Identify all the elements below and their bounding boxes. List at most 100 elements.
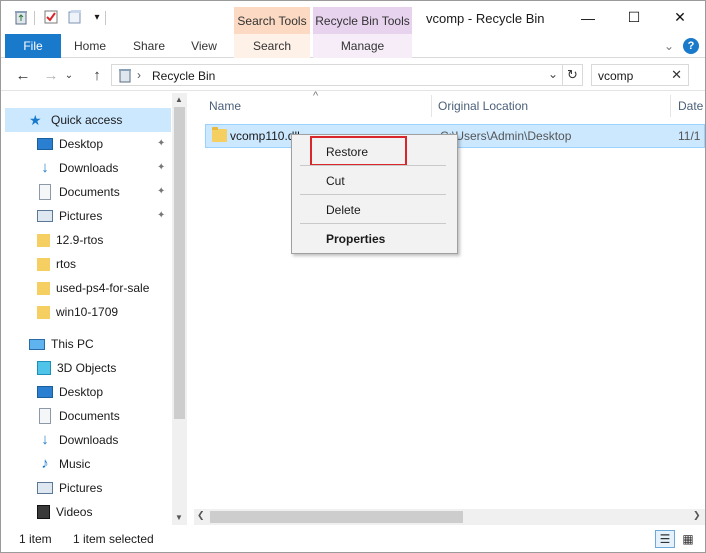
sidebar-item-this-pc[interactable]: This PC bbox=[29, 332, 171, 356]
ribbon-tab-row: File Home Share View Search Manage ⌄ ? bbox=[1, 34, 705, 58]
column-header-name[interactable]: Name bbox=[209, 99, 241, 113]
breadcrumb-separator[interactable]: › bbox=[137, 68, 141, 82]
nav-scroll-thumb[interactable] bbox=[174, 107, 185, 419]
pin-icon[interactable]: ✦ bbox=[157, 138, 165, 149]
sidebar-item-label: win10-1709 bbox=[56, 305, 119, 319]
clear-search-icon[interactable]: ✕ bbox=[671, 67, 682, 83]
column-divider[interactable] bbox=[431, 95, 432, 117]
sidebar-item-documents[interactable]: Documents bbox=[37, 180, 171, 204]
sidebar-item-pc-pictures[interactable]: Pictures bbox=[37, 476, 171, 500]
folder-icon bbox=[212, 127, 227, 142]
selection-count: 1 item selected bbox=[73, 532, 154, 546]
navigation-pane: ★ Quick access Desktop ↓ Downloads Docum… bbox=[1, 91, 189, 527]
sidebar-item-label: Documents bbox=[59, 185, 120, 199]
sidebar-item-label: Desktop bbox=[59, 137, 104, 151]
tab-share[interactable]: Share bbox=[127, 34, 171, 58]
search-input[interactable]: vcomp ✕ bbox=[591, 64, 689, 86]
sidebar-item-pc-documents[interactable]: Documents bbox=[37, 404, 171, 428]
desktop-icon bbox=[37, 386, 53, 398]
sidebar-item-quick-access[interactable]: ★ Quick access bbox=[5, 108, 171, 132]
sidebar-item-label: Downloads bbox=[59, 161, 119, 175]
download-arrow-icon: ↓ bbox=[41, 431, 49, 448]
scroll-down-arrow-icon[interactable]: ▼ bbox=[175, 513, 183, 522]
sidebar-item-pc-desktop[interactable]: Desktop bbox=[37, 380, 171, 404]
column-header-date[interactable]: Date bbox=[678, 99, 703, 113]
folder-icon bbox=[37, 257, 50, 271]
menu-item-restore[interactable]: Restore bbox=[326, 145, 368, 159]
sidebar-item-3d-objects[interactable]: 3D Objects bbox=[37, 356, 171, 380]
close-button[interactable]: ✕ bbox=[657, 1, 703, 34]
properties-icon[interactable] bbox=[43, 9, 59, 25]
document-icon bbox=[39, 408, 51, 424]
sidebar-item-pictures[interactable]: Pictures bbox=[37, 204, 171, 228]
music-note-icon: ♪ bbox=[41, 455, 49, 472]
sidebar-item-label: Documents bbox=[59, 409, 120, 423]
scroll-left-arrow-icon[interactable]: ❮ bbox=[197, 510, 205, 521]
computer-icon bbox=[29, 338, 45, 350]
sidebar-item-desktop[interactable]: Desktop bbox=[37, 132, 171, 156]
sort-ascending-icon: ^ bbox=[313, 90, 319, 102]
tab-home[interactable]: Home bbox=[67, 34, 113, 58]
folder-icon bbox=[37, 233, 50, 247]
pictures-icon bbox=[37, 482, 53, 494]
cube-icon bbox=[37, 361, 51, 375]
menu-item-properties[interactable]: Properties bbox=[326, 232, 385, 246]
column-header-original-location[interactable]: Original Location bbox=[438, 99, 528, 113]
new-folder-icon[interactable] bbox=[67, 9, 83, 25]
sidebar-item-pc-downloads[interactable]: ↓ Downloads bbox=[37, 428, 171, 452]
sidebar-item-label: Desktop bbox=[59, 385, 104, 399]
tab-file[interactable]: File bbox=[5, 34, 61, 58]
sidebar-item-rtos[interactable]: rtos bbox=[37, 252, 171, 276]
pin-icon[interactable]: ✦ bbox=[157, 186, 165, 197]
expand-ribbon-icon[interactable]: ⌄ bbox=[661, 38, 677, 54]
sidebar-item-downloads[interactable]: ↓ Downloads bbox=[37, 156, 171, 180]
tab-search[interactable]: Search bbox=[234, 34, 310, 58]
customize-toolbar-icon[interactable]: ▾ bbox=[89, 9, 105, 25]
large-icons-view-icon[interactable]: ▦ bbox=[678, 530, 698, 548]
minimize-button[interactable]: — bbox=[565, 1, 611, 34]
tab-manage[interactable]: Manage bbox=[313, 34, 412, 58]
pin-icon[interactable]: ✦ bbox=[157, 210, 165, 221]
menu-item-delete[interactable]: Delete bbox=[326, 203, 361, 217]
context-menu: Restore Cut Delete Properties bbox=[291, 134, 458, 254]
sidebar-item-label: rtos bbox=[56, 257, 77, 271]
recycle-bin-app-icon[interactable] bbox=[13, 9, 29, 25]
horizontal-scroll-thumb[interactable] bbox=[210, 511, 463, 523]
help-icon[interactable]: ? bbox=[683, 38, 699, 54]
recent-locations-button[interactable]: ⌄ bbox=[63, 65, 75, 85]
title-bar: ▾ Search Tools Recycle Bin Tools vcomp -… bbox=[1, 1, 705, 34]
scroll-up-arrow-icon[interactable]: ▲ bbox=[175, 95, 183, 104]
sidebar-item-label: 12.9-rtos bbox=[56, 233, 104, 247]
pictures-icon bbox=[37, 210, 53, 222]
sidebar-item-12-9-rtos[interactable]: 12.9-rtos bbox=[37, 228, 171, 252]
sidebar-item-win10-1709[interactable]: win10-1709 bbox=[37, 300, 171, 324]
menu-separator bbox=[300, 194, 446, 195]
quick-access-separator bbox=[34, 11, 35, 25]
column-divider[interactable] bbox=[670, 95, 671, 117]
file-explorer-window: ▾ Search Tools Recycle Bin Tools vcomp -… bbox=[0, 0, 706, 553]
details-view-icon[interactable]: ☰ bbox=[655, 530, 675, 548]
maximize-button[interactable]: ☐ bbox=[611, 1, 657, 34]
address-row: ← → ⌄ ↑ › Recycle Bin ⌄ ↻ vcomp ✕ bbox=[1, 59, 705, 91]
sidebar-item-music[interactable]: ♪ Music bbox=[37, 452, 171, 476]
desktop-icon bbox=[37, 138, 53, 150]
status-bar: 1 item 1 item selected ☰ ▦ bbox=[1, 527, 705, 552]
back-button[interactable]: ← bbox=[13, 65, 33, 85]
menu-item-cut[interactable]: Cut bbox=[326, 174, 345, 188]
up-button[interactable]: ↑ bbox=[87, 65, 107, 85]
horizontal-scrollbar[interactable]: ❮ ❯ bbox=[194, 509, 705, 525]
sidebar-item-videos[interactable]: Videos bbox=[37, 500, 171, 524]
address-bar[interactable]: › Recycle Bin ⌄ bbox=[111, 64, 563, 86]
refresh-button[interactable]: ↻ bbox=[563, 64, 583, 86]
pin-icon[interactable]: ✦ bbox=[157, 162, 165, 173]
sidebar-item-used-ps4-for-sale[interactable]: used-ps4-for-sale bbox=[37, 276, 171, 300]
file-date: 11/1 bbox=[678, 129, 701, 143]
quick-access-separator bbox=[105, 11, 106, 25]
forward-button[interactable]: → bbox=[41, 65, 61, 85]
scroll-right-arrow-icon[interactable]: ❯ bbox=[693, 510, 701, 521]
sidebar-item-label: Music bbox=[59, 457, 91, 471]
address-dropdown-icon[interactable]: ⌄ bbox=[548, 67, 558, 81]
nav-vertical-scrollbar[interactable]: ▲ ▼ bbox=[172, 93, 187, 525]
tab-view[interactable]: View bbox=[183, 34, 225, 58]
breadcrumb-recycle-bin[interactable]: Recycle Bin bbox=[152, 69, 215, 83]
